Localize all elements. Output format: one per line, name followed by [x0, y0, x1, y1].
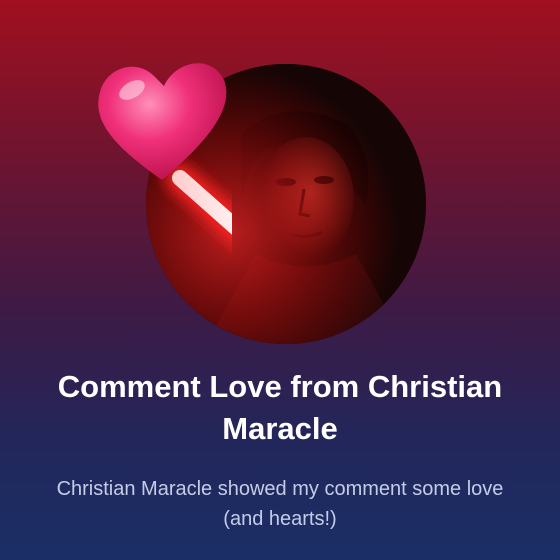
comment-love-card: Comment Love from Christian Maracle Chri… [0, 0, 560, 560]
card-title: Comment Love from Christian Maracle [57, 369, 503, 446]
heart-lollipop-icon [98, 63, 232, 245]
card-description: Christian Maracle showed my comment some… [56, 478, 504, 530]
